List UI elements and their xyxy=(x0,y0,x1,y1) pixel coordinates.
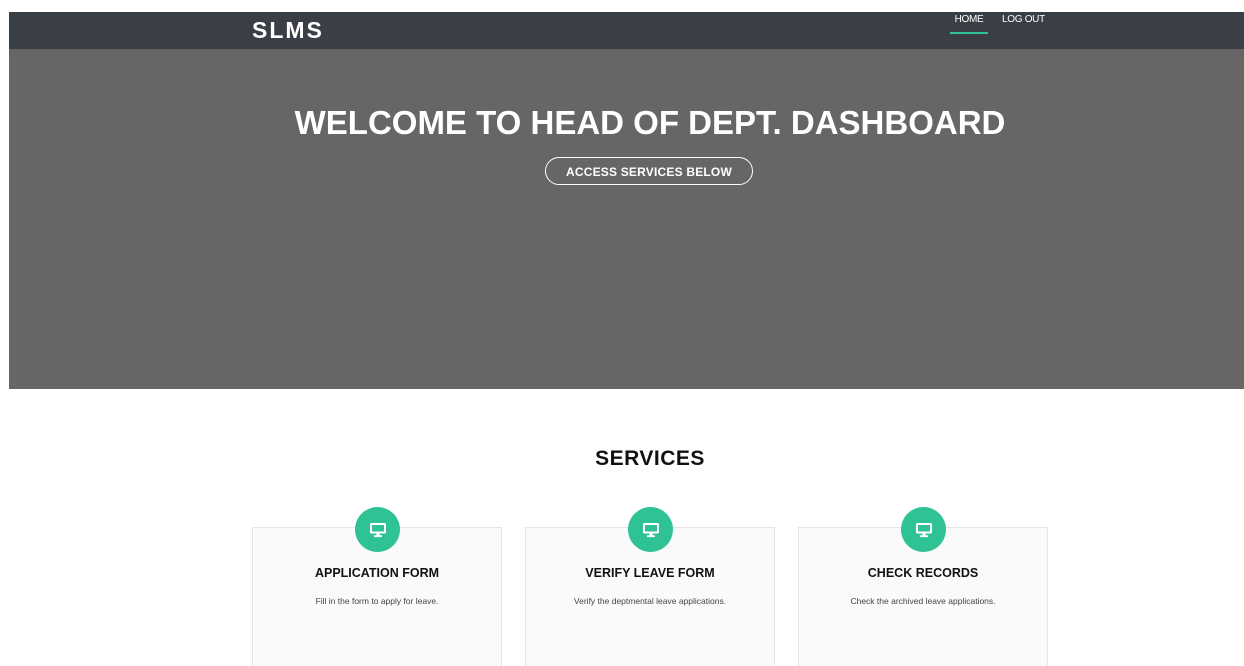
services-title: SERVICES xyxy=(595,447,705,470)
page: SLMS HOME LOG OUT WELCOME TO HEAD OF DEP… xyxy=(0,0,1244,666)
card-title: APPLICATION FORM xyxy=(314,566,440,580)
card-description: Check the archived leave applications. xyxy=(850,596,996,606)
card-description: Fill in the form to apply for leave. xyxy=(315,596,439,606)
service-card-check-records[interactable]: CHECK RECORDS Check the archived leave a… xyxy=(798,507,1048,666)
card-description: Verify the deptmental leave applications… xyxy=(573,596,727,606)
service-card-application-form[interactable]: APPLICATION FORM Fill in the form to app… xyxy=(252,507,502,666)
hero-title: WELCOME TO HEAD OF DEPT. DASHBOARD xyxy=(294,104,1006,141)
service-card-verify-leave-form[interactable]: VERIFY LEAVE FORM Verify the deptmental … xyxy=(525,507,775,666)
monitor-icon xyxy=(355,507,400,552)
hero-banner: WELCOME TO HEAD OF DEPT. DASHBOARD ACCES… xyxy=(9,49,1244,389)
brand-logo[interactable]: SLMS xyxy=(252,15,324,45)
card-title: VERIFY LEAVE FORM xyxy=(585,566,715,580)
card-title: CHECK RECORDS xyxy=(867,566,979,580)
main-nav: HOME LOG OUT xyxy=(950,12,1045,49)
access-services-button[interactable]: ACCESS SERVICES BELOW xyxy=(545,157,753,185)
monitor-icon xyxy=(628,507,673,552)
nav-logout-link[interactable]: LOG OUT xyxy=(1002,12,1045,49)
navbar: SLMS HOME LOG OUT xyxy=(9,12,1244,49)
nav-home-link[interactable]: HOME xyxy=(950,12,988,49)
monitor-icon xyxy=(901,507,946,552)
